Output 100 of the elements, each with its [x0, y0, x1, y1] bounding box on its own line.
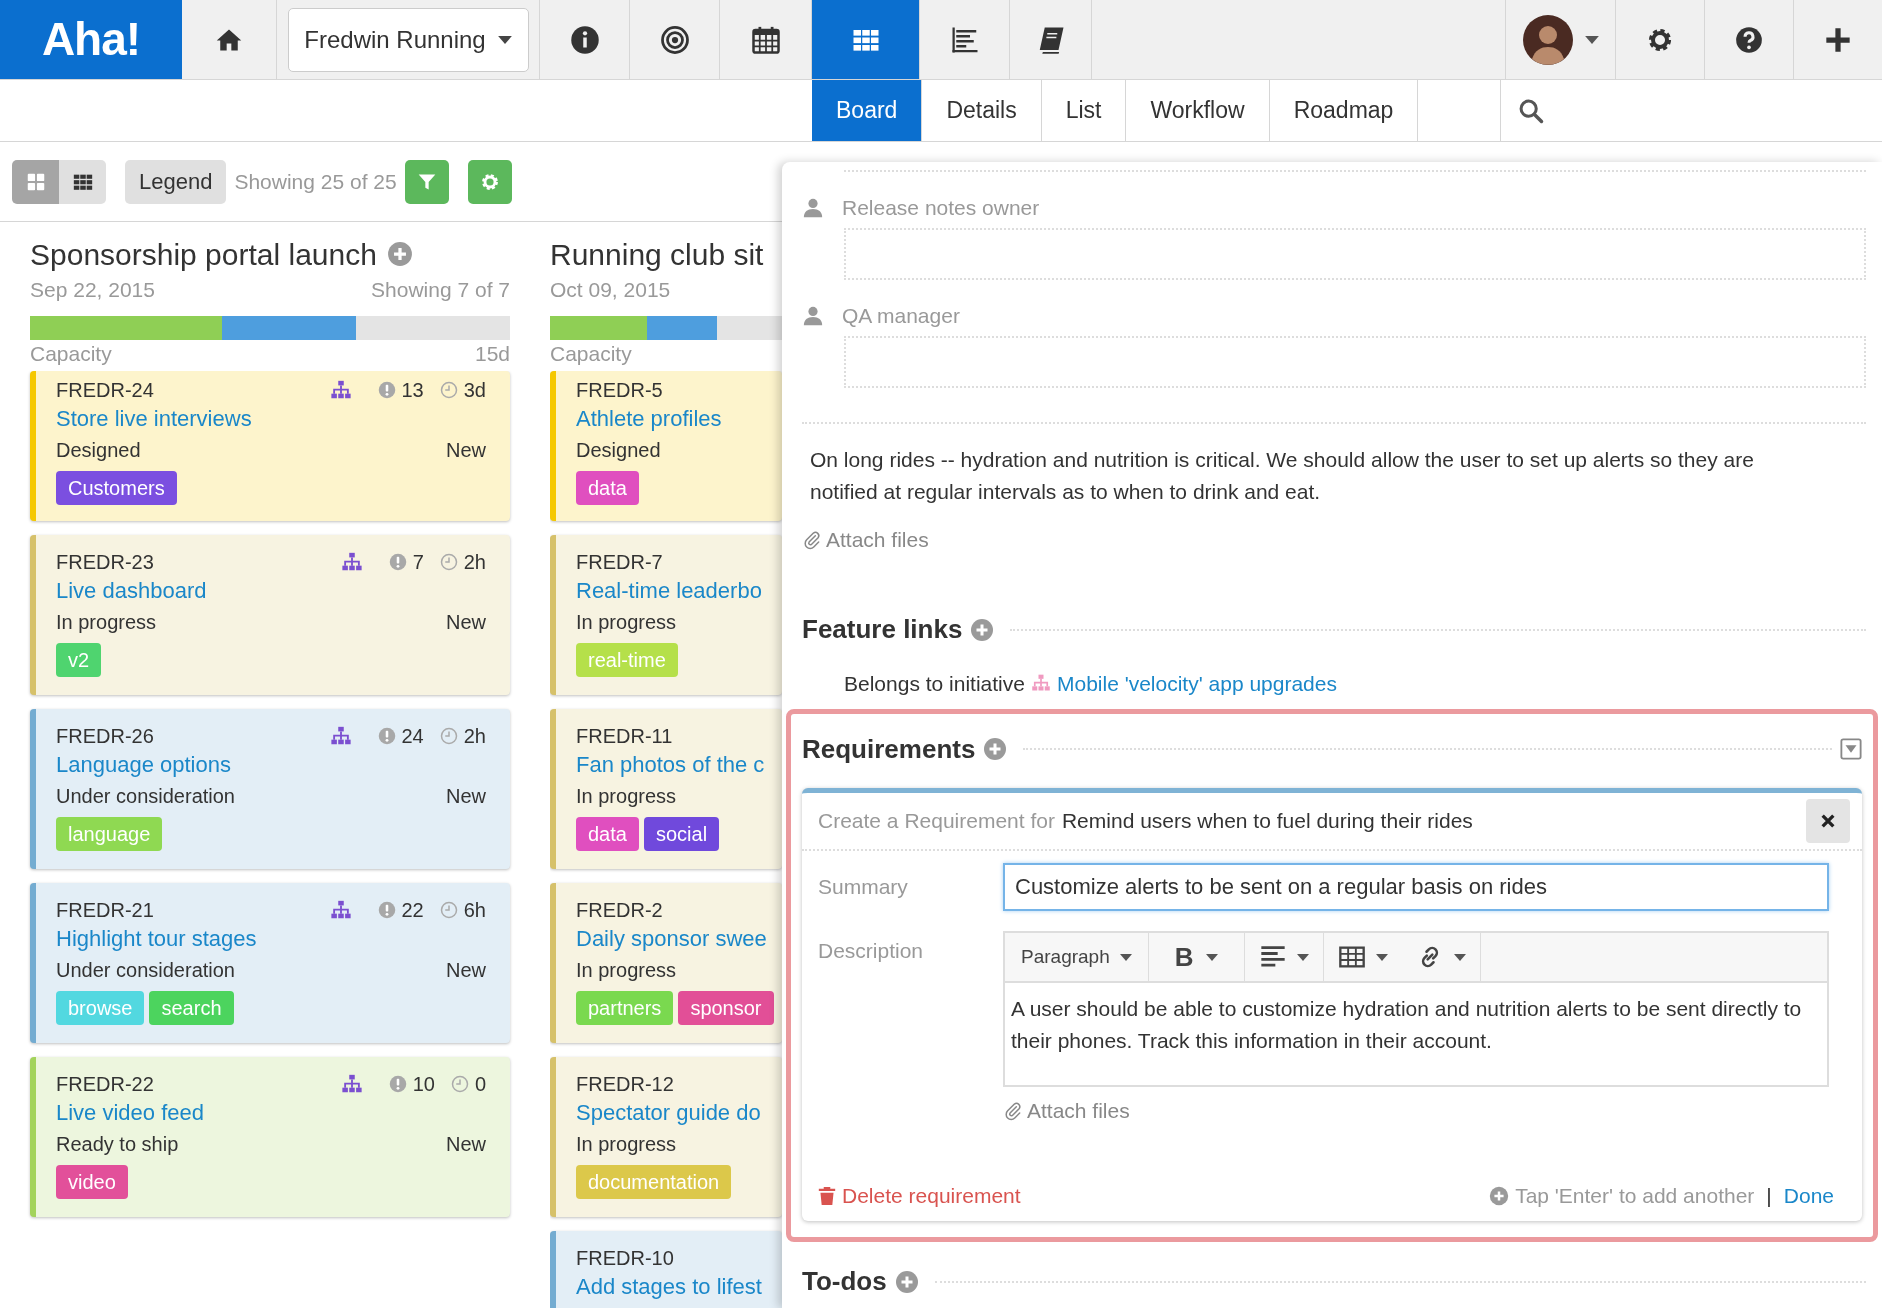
caret-icon	[1584, 35, 1599, 44]
time-estimate: 3d	[463, 378, 486, 403]
feature-id: FREDR-21	[56, 898, 154, 923]
feature-state: New	[446, 1132, 486, 1157]
clock-icon	[439, 901, 458, 919]
column-title: Sponsorship portal launch	[30, 236, 377, 273]
section-heading: To-dos	[802, 1265, 887, 1298]
section-heading: Requirements	[802, 732, 976, 766]
time-estimate: 2h	[463, 550, 486, 575]
feature-state: New	[446, 958, 486, 983]
capacity-value: 15d	[474, 341, 510, 367]
feature-title[interactable]: Store live interviews	[56, 403, 486, 435]
attach-files-link[interactable]: Attach files	[802, 524, 929, 556]
add-icon[interactable]	[983, 737, 1008, 761]
legend-button[interactable]: Legend	[125, 159, 227, 204]
add-icon[interactable]	[894, 1269, 919, 1294]
feature-id: FREDR-7	[576, 550, 663, 575]
tag: partners	[576, 991, 674, 1025]
feature-card[interactable]: FREDR-23 7 2h Live dashboard In progress New v2	[30, 535, 510, 695]
add-icon[interactable]	[970, 617, 995, 642]
feature-card[interactable]: FREDR-26 24 2h Language options Under consideration New language	[30, 709, 510, 869]
paragraph-dropdown[interactable]: Paragraph	[1005, 933, 1149, 981]
feature-card[interactable]: FREDR-11 Fan photos of the c In progress data social	[550, 709, 782, 869]
issue-count: 22	[401, 898, 424, 923]
feature-title[interactable]: Athlete profiles	[576, 403, 782, 435]
issue-count: 7	[412, 550, 424, 575]
feature-id: FREDR-22	[56, 1072, 154, 1097]
clock-icon	[439, 553, 458, 571]
done-button[interactable]: Done	[1783, 1179, 1834, 1212]
feature-card[interactable]: FREDR-5 Athlete profiles Designed data	[550, 371, 782, 521]
feature-card[interactable]: FREDR-2 Daily sponsor swee In progress partners sponsor	[550, 883, 782, 1043]
trash-icon	[818, 1185, 836, 1206]
close-button[interactable]	[1806, 799, 1850, 843]
rich-text-editor[interactable]: Paragraph B A user should be able to customize hydration and nutrition alerts to be sent directly to their phones. Track this information in their account.	[1003, 931, 1829, 1087]
collapse-icon[interactable]	[1840, 738, 1862, 760]
showing-count: Showing 7 of 7	[371, 277, 510, 303]
view-toggle[interactable]	[59, 159, 106, 204]
feature-card[interactable]: FREDR-22 10 0 Live video feed Ready to ship New video	[30, 1057, 510, 1217]
feature-card[interactable]: FREDR-21 22 6h Highlight tour stages Under consideration New browse search	[30, 883, 510, 1043]
close-icon	[1820, 813, 1836, 829]
add-icon[interactable]	[386, 241, 413, 267]
tag: data	[576, 817, 639, 851]
alert-icon	[388, 1075, 407, 1093]
time-estimate: 2h	[463, 724, 486, 749]
caret-icon	[497, 35, 512, 44]
section-heading: Feature links	[802, 613, 963, 646]
alert-icon	[388, 553, 407, 571]
time-estimate: 0	[474, 1072, 486, 1097]
input-field[interactable]	[844, 336, 1866, 388]
product-dropdown[interactable]: Fredwin Running	[287, 7, 529, 72]
calendar-icon	[750, 24, 781, 55]
view-toggle[interactable]	[12, 159, 59, 204]
person-icon	[802, 197, 824, 219]
initiative-label: Belongs to initiative	[844, 670, 1025, 697]
person-icon	[802, 305, 824, 327]
summary-field[interactable]: Customize alerts to be sent on a regular basis on rides	[1003, 863, 1829, 911]
help-icon	[1735, 25, 1763, 54]
feature-status: Ready to ship	[56, 1132, 179, 1157]
feature-id: FREDR-24	[56, 378, 154, 403]
bold-dropdown[interactable]: B	[1148, 933, 1245, 981]
showing-count: Showing 25 of 25	[234, 168, 397, 195]
capacity-label: Capacity	[30, 341, 112, 367]
feature-card[interactable]: FREDR-12 Spectator guide do In progress documentation	[550, 1057, 782, 1217]
alert-icon	[377, 901, 396, 919]
feature-title[interactable]: Fan photos of the c	[576, 749, 782, 781]
logo[interactable]: Aha!	[0, 0, 182, 79]
nav-button[interactable]	[812, 0, 920, 79]
feature-id: FREDR-12	[576, 1072, 674, 1097]
issue-count: 10	[412, 1072, 435, 1097]
tag: documentation	[576, 1165, 732, 1199]
summary-label: Summary	[818, 874, 909, 901]
input-field[interactable]	[844, 228, 1866, 280]
initiative-link[interactable]: Mobile 'velocity' app upgrades	[1056, 667, 1337, 699]
attach-files-link[interactable]: Attach files	[1003, 1095, 1130, 1127]
feature-card[interactable]: FREDR-24 13 3d Store live interviews Designed New Customers	[30, 371, 510, 521]
hierarchy-icon	[1030, 673, 1051, 694]
caret-icon	[1453, 953, 1466, 961]
alert-icon	[377, 727, 396, 745]
paperclip-icon	[1003, 1100, 1023, 1121]
column-title: Running club sit	[550, 236, 764, 273]
feature-status: Designed	[56, 438, 141, 463]
feature-card[interactable]: FREDR-7 Real-time leaderbo In progress real-time	[550, 535, 782, 695]
delete-requirement-button[interactable]: Delete requirement	[818, 1179, 1021, 1212]
feature-title[interactable]: Live dashboard	[56, 575, 486, 607]
feature-title[interactable]: Daily sponsor swee	[576, 923, 782, 955]
feature-status: Designed	[576, 438, 661, 463]
feature-title[interactable]: Live video feed	[56, 1097, 486, 1129]
clock-icon	[439, 381, 458, 399]
feature-title[interactable]: Real-time leaderbo	[576, 575, 782, 607]
feature-title[interactable]: Spectator guide do	[576, 1097, 782, 1129]
tag: real-time	[576, 643, 678, 677]
feature-status: In progress	[576, 1132, 677, 1157]
capacity-label: Capacity	[550, 341, 632, 367]
feature-card[interactable]: FREDR-10 Add stages to lifest	[550, 1231, 782, 1308]
feature-id: FREDR-11	[576, 724, 673, 749]
view-tab[interactable]: Board	[812, 80, 923, 141]
avatar	[1522, 14, 1573, 65]
tag: browse	[56, 991, 145, 1025]
clock-icon	[439, 727, 458, 745]
feature-state: New	[446, 784, 486, 809]
